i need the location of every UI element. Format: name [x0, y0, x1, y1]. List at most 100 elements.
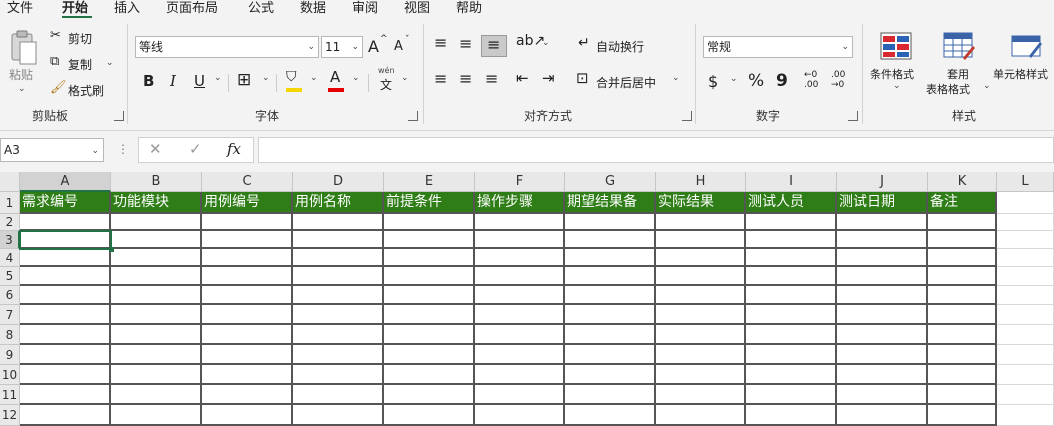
- row-header[interactable]: 7: [0, 305, 20, 325]
- font-color-dropdown-icon[interactable]: ⌄: [352, 73, 360, 83]
- grid-cell[interactable]: [475, 365, 565, 385]
- enter-button[interactable]: ✓: [189, 140, 202, 158]
- font-launcher-icon[interactable]: [408, 111, 418, 121]
- decrease-decimal-button[interactable]: .00 →0: [831, 70, 851, 96]
- grid-cell[interactable]: [384, 365, 475, 385]
- grid-cell[interactable]: [384, 249, 475, 267]
- grid-cell[interactable]: [293, 365, 384, 385]
- grid-cell[interactable]: [565, 345, 656, 365]
- grid-cell[interactable]: [928, 325, 997, 345]
- underline-button[interactable]: U: [194, 72, 205, 90]
- grid-cell[interactable]: [997, 214, 1054, 231]
- grid-cell[interactable]: [20, 267, 111, 286]
- grid-cell[interactable]: [565, 249, 656, 267]
- grid-cell[interactable]: [111, 286, 202, 305]
- grid-cell[interactable]: [475, 214, 565, 231]
- increase-indent-icon[interactable]: ⇥: [542, 69, 555, 87]
- grid-cell[interactable]: [202, 305, 293, 325]
- column-header[interactable]: J: [837, 172, 928, 192]
- grid-cell[interactable]: [997, 385, 1054, 405]
- font-family-select[interactable]: 等线 ⌄: [135, 36, 319, 58]
- grid-cell[interactable]: [746, 214, 837, 231]
- grid-cell[interactable]: [293, 305, 384, 325]
- shrink-font-button[interactable]: A: [394, 39, 403, 54]
- align-right-icon[interactable]: ≡: [485, 69, 498, 88]
- grid-cell[interactable]: [928, 405, 997, 426]
- currency-dropdown-icon[interactable]: ⌄: [730, 74, 738, 84]
- row-header[interactable]: 3: [0, 231, 20, 249]
- orientation-icon[interactable]: ab↗: [516, 33, 545, 49]
- grid-cell[interactable]: [202, 231, 293, 249]
- menu-help[interactable]: 帮助: [456, 0, 482, 16]
- header-cell[interactable]: 需求编号: [20, 192, 111, 214]
- grid-cell[interactable]: [20, 214, 111, 231]
- grid-cell[interactable]: [656, 345, 746, 365]
- column-header[interactable]: G: [565, 172, 656, 192]
- align-left-icon[interactable]: ≡: [434, 69, 447, 88]
- header-cell[interactable]: 用例编号: [202, 192, 293, 214]
- grid-cell[interactable]: [475, 325, 565, 345]
- grid-cell[interactable]: [656, 286, 746, 305]
- percent-button[interactable]: %: [748, 71, 764, 91]
- menu-formulas[interactable]: 公式: [248, 0, 274, 16]
- grid-cell[interactable]: [475, 345, 565, 365]
- merge-center-button[interactable]: 合并后居中: [596, 74, 656, 91]
- cancel-button[interactable]: ✕: [149, 140, 162, 158]
- grid-cell[interactable]: [384, 286, 475, 305]
- grid-cell[interactable]: [565, 365, 656, 385]
- grid-cell[interactable]: [384, 405, 475, 426]
- header-cell[interactable]: 前提条件: [384, 192, 475, 214]
- grid-cell[interactable]: [928, 345, 997, 365]
- grid-cell[interactable]: [111, 305, 202, 325]
- grid-cell[interactable]: [997, 249, 1054, 267]
- grid-cell[interactable]: [565, 267, 656, 286]
- grid-cell[interactable]: [746, 305, 837, 325]
- grid-cell[interactable]: [202, 267, 293, 286]
- grid-cell[interactable]: [20, 286, 111, 305]
- header-cell[interactable]: 操作步骤: [475, 192, 565, 214]
- align-center-icon[interactable]: ≡: [459, 69, 472, 88]
- grid-cell[interactable]: [111, 249, 202, 267]
- column-header[interactable]: E: [384, 172, 475, 192]
- menu-home[interactable]: 开始: [62, 0, 88, 16]
- copy-dropdown-icon[interactable]: ⌄: [106, 58, 114, 68]
- grid-cell[interactable]: [293, 345, 384, 365]
- underline-dropdown-icon[interactable]: ⌄: [214, 73, 222, 83]
- menu-page-layout[interactable]: 页面布局: [166, 0, 218, 16]
- grid-cell[interactable]: [997, 231, 1054, 249]
- column-header[interactable]: L: [997, 172, 1054, 192]
- grid-cell[interactable]: [20, 325, 111, 345]
- row-header[interactable]: 11: [0, 385, 20, 405]
- grid-cell[interactable]: [111, 325, 202, 345]
- grid-cell[interactable]: [656, 325, 746, 345]
- grid-cell[interactable]: [293, 286, 384, 305]
- grid-cell[interactable]: [202, 365, 293, 385]
- grid-cell[interactable]: [111, 385, 202, 405]
- grid-cell[interactable]: [293, 385, 384, 405]
- header-cell[interactable]: 测试人员: [746, 192, 837, 214]
- align-middle-icon[interactable]: ≡: [459, 34, 472, 53]
- column-header[interactable]: K: [928, 172, 997, 192]
- grid-cell[interactable]: [202, 385, 293, 405]
- grid-cell[interactable]: [202, 249, 293, 267]
- grid-cell[interactable]: [384, 305, 475, 325]
- format-as-table-button[interactable]: 表格格式: [926, 81, 970, 97]
- grid-cell[interactable]: [656, 214, 746, 231]
- formula-input[interactable]: [258, 137, 1054, 163]
- grid-cell[interactable]: [565, 325, 656, 345]
- clipboard-launcher-icon[interactable]: [114, 111, 124, 121]
- grid-cell[interactable]: [997, 325, 1054, 345]
- grid-cell[interactable]: [293, 267, 384, 286]
- grid-cell[interactable]: [997, 405, 1054, 426]
- grid-cell[interactable]: [20, 365, 111, 385]
- grid-cell[interactable]: [997, 286, 1054, 305]
- cell-styles-button[interactable]: 单元格样式: [993, 66, 1048, 82]
- column-header[interactable]: D: [293, 172, 384, 192]
- conditional-format-dropdown-icon[interactable]: ⌄: [893, 81, 901, 91]
- row-header[interactable]: 6: [0, 286, 20, 305]
- fill-color-dropdown-icon[interactable]: ⌄: [310, 73, 318, 83]
- grid-cell[interactable]: [475, 267, 565, 286]
- alignment-launcher-icon[interactable]: [682, 111, 692, 121]
- grid-cell[interactable]: [837, 305, 928, 325]
- orientation-dropdown-icon[interactable]: ⌄: [542, 38, 550, 48]
